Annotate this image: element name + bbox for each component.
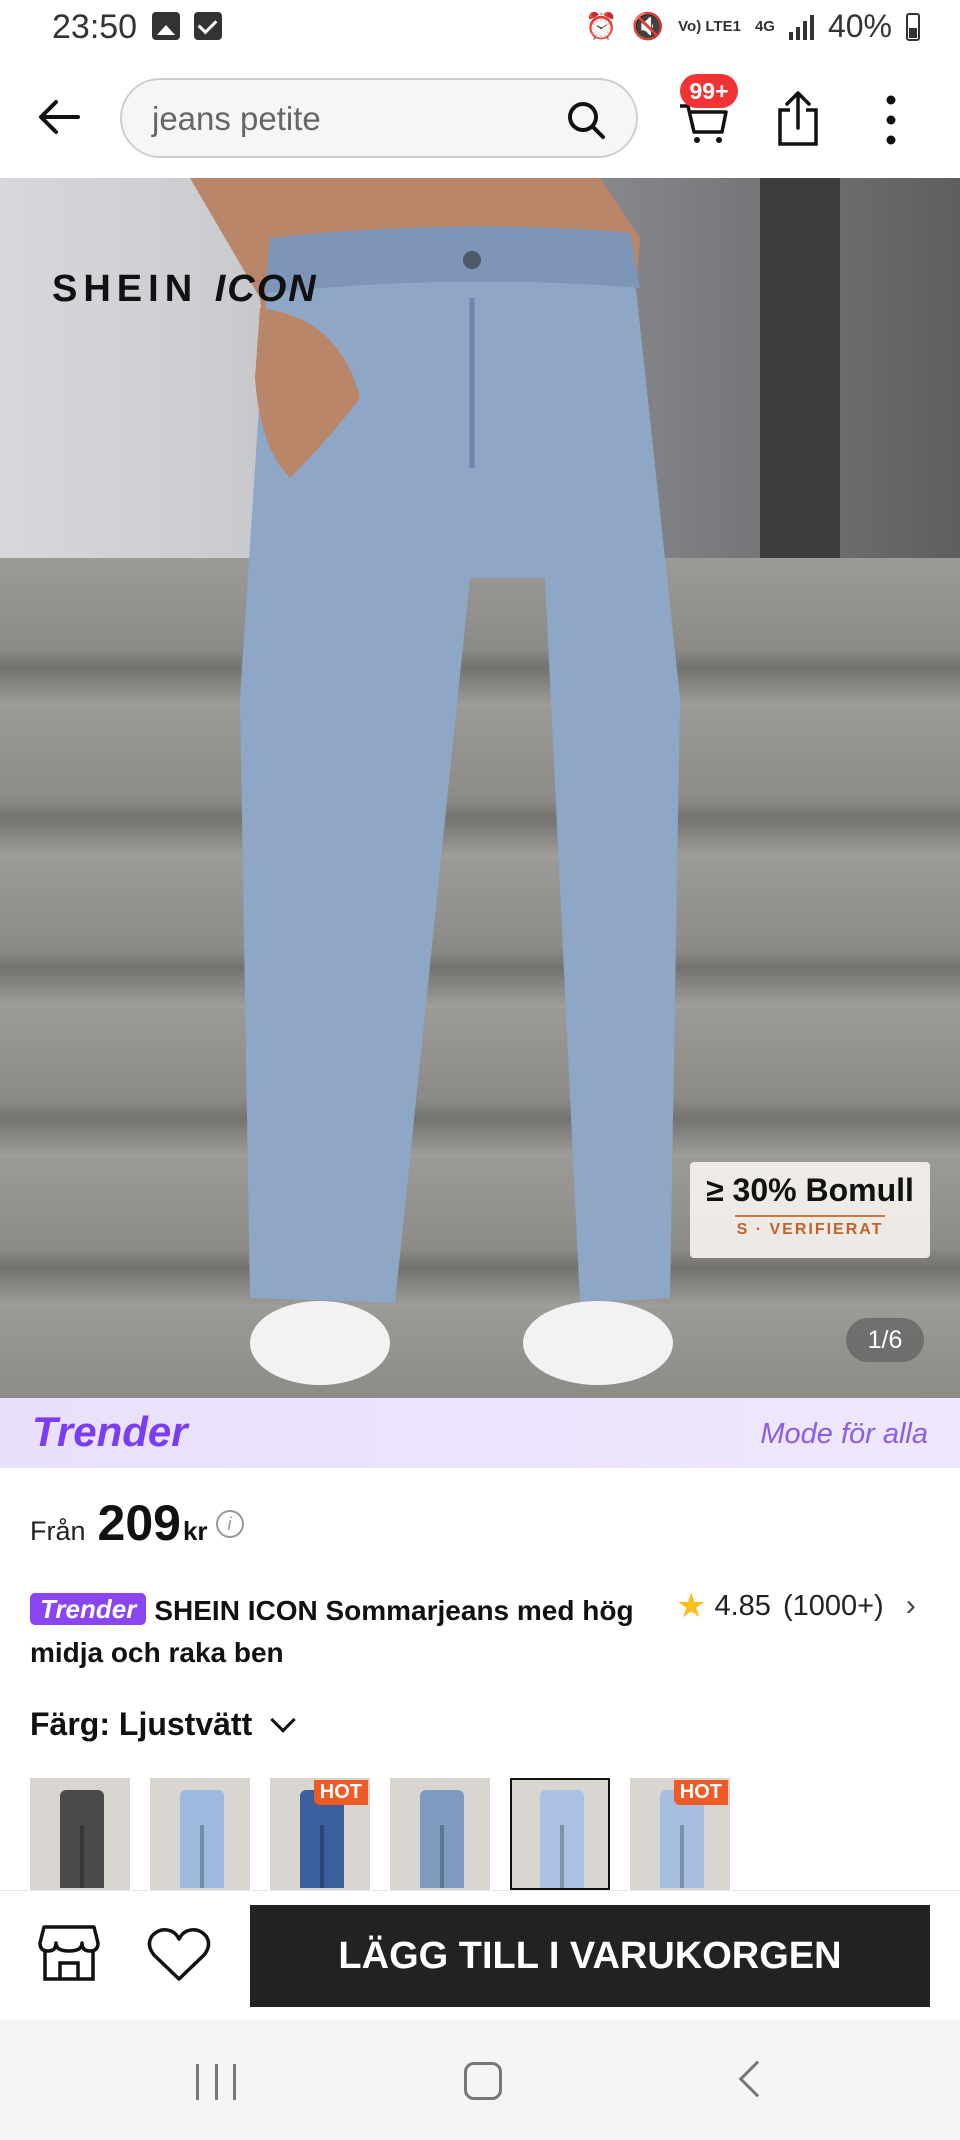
hot-badge: HOT xyxy=(313,1780,368,1805)
home-icon[interactable] xyxy=(464,2062,502,2100)
verified-label: S · VERIFIERAT xyxy=(736,1221,884,1238)
search-query: jeans petite xyxy=(152,100,321,137)
brand-logo-text: SHEIN xyxy=(52,268,199,310)
color-selector[interactable]: Färg: Ljustvätt xyxy=(30,1706,296,1743)
image-notification-icon xyxy=(152,12,180,40)
rating-count: (1000+) xyxy=(782,1589,884,1622)
color-swatch[interactable]: HOT xyxy=(270,1778,370,1890)
battery-percent: 40% xyxy=(827,8,892,44)
checkbox-notification-icon xyxy=(194,12,222,40)
more-options-icon[interactable] xyxy=(876,92,906,148)
product-image-carousel[interactable]: SHEIN ICON ≥ 30% Bomull S · VERIFIERAT 1… xyxy=(0,178,960,1398)
add-to-cart-button[interactable]: LÄGG TILL I VARUKORGEN xyxy=(250,1905,930,2007)
brand-logo: SHEIN ICON xyxy=(52,268,318,311)
search-icon[interactable] xyxy=(564,98,608,142)
price-row: Från 209 kr i xyxy=(30,1494,244,1554)
trender-logo: Trender xyxy=(32,1408,188,1455)
top-app-bar: jeans petite 99+ xyxy=(0,62,960,178)
network-type-indicator: 4G xyxy=(754,18,775,35)
color-swatch[interactable] xyxy=(390,1778,490,1890)
cotton-percentage: ≥ 30% Bomull xyxy=(706,1172,914,1208)
trender-badge: Trender xyxy=(30,1593,147,1625)
swatch-leg-seam xyxy=(440,1825,444,1888)
chevron-right-icon: › xyxy=(905,1589,916,1622)
system-back-icon[interactable] xyxy=(738,2060,776,2098)
heart-icon[interactable] xyxy=(146,1925,212,1985)
info-icon[interactable]: i xyxy=(215,1510,244,1538)
swatch-leg-seam xyxy=(200,1825,204,1888)
hot-badge: HOT xyxy=(673,1780,728,1805)
color-label: Färg: Ljustvätt xyxy=(30,1706,253,1742)
system-navigation-bar xyxy=(0,2020,960,2140)
color-swatch[interactable] xyxy=(30,1778,130,1890)
star-icon: ★ xyxy=(676,1587,707,1625)
chevron-down-icon xyxy=(270,1706,296,1733)
rating-value: 4.85 xyxy=(714,1589,771,1622)
color-swatch-list: HOT HOT xyxy=(30,1778,730,1890)
battery-icon xyxy=(906,12,920,41)
volte-indicator: Vo) LTE1 xyxy=(678,18,741,35)
cart-count-badge: 99+ xyxy=(680,74,738,108)
product-title: Trender SHEIN ICON Sommarjeans med hög mi… xyxy=(30,1590,660,1674)
swatch-leg-seam xyxy=(560,1825,564,1888)
status-notification-icons xyxy=(152,12,222,40)
mute-icon: 🔇 xyxy=(631,11,665,41)
swatch-leg-seam xyxy=(80,1825,84,1888)
brand-logo-suffix: ICON xyxy=(214,268,318,310)
color-swatch[interactable]: HOT xyxy=(630,1778,730,1890)
status-time: 23:50 xyxy=(52,8,138,46)
signal-icon xyxy=(788,14,814,40)
search-input[interactable]: jeans petite xyxy=(120,78,638,158)
price-currency: kr xyxy=(182,1516,208,1546)
store-icon[interactable] xyxy=(36,1921,102,1985)
alarm-icon: ⏰ xyxy=(585,11,618,41)
color-swatch[interactable] xyxy=(150,1778,250,1890)
swatch-leg-seam xyxy=(680,1825,684,1888)
badge-divider xyxy=(735,1215,885,1217)
share-icon[interactable] xyxy=(772,90,824,148)
color-swatch[interactable] xyxy=(510,1778,610,1890)
back-arrow-icon[interactable] xyxy=(34,92,84,142)
image-page-indicator: 1/6 xyxy=(846,1318,924,1362)
trender-tagline: Mode för alla xyxy=(760,1418,928,1450)
recent-apps-icon[interactable] xyxy=(196,2064,236,2100)
rating-summary[interactable]: ★ 4.85 (1000+) › xyxy=(676,1586,916,1626)
swatch-leg-seam xyxy=(320,1825,324,1888)
trender-banner[interactable]: Trender Mode för alla xyxy=(0,1398,960,1468)
status-bar: 23:50 ⏰ 🔇 Vo) LTE1 4G 40% xyxy=(0,0,960,62)
bottom-action-bar: LÄGG TILL I VARUKORGEN xyxy=(0,1890,960,2020)
cotton-content-badge: ≥ 30% Bomull S · VERIFIERAT xyxy=(690,1162,930,1258)
price-from-label: Från xyxy=(30,1516,86,1546)
status-system-icons: ⏰ 🔇 Vo) LTE1 4G 40% xyxy=(585,8,920,45)
price-value: 209 xyxy=(97,1495,181,1551)
